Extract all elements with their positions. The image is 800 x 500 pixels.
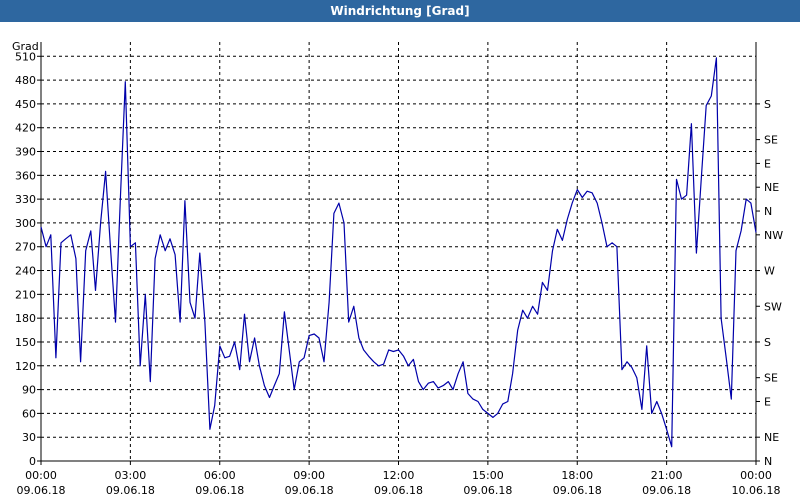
x-tick-date: 10.06.18	[732, 484, 781, 497]
y-axis-right: N NE E SE S SW W NW N NE E SE S	[756, 98, 783, 468]
x-tick-date: 09.06.18	[195, 484, 244, 497]
x-tick-time: 21:00	[651, 469, 683, 482]
compass-tick-label: N	[764, 205, 772, 218]
y-tick-label: 150	[15, 336, 36, 349]
x-tick-time: 15:00	[472, 469, 504, 482]
compass-tick-label: SE	[764, 372, 778, 385]
y-tick-label: 300	[15, 217, 36, 230]
compass-tick-label: S	[764, 336, 771, 349]
compass-tick-label: W	[764, 265, 775, 278]
compass-tick-label: E	[764, 395, 771, 408]
y-tick-label: 30	[22, 431, 36, 444]
x-tick-time: 00:00	[740, 469, 772, 482]
compass-tick-label: E	[764, 157, 771, 170]
y-tick-label: 270	[15, 241, 36, 254]
compass-tick-label: NW	[764, 229, 783, 242]
y-tick-label: 360	[15, 169, 36, 182]
y-tick-label: 90	[22, 384, 36, 397]
x-tick-date: 09.06.18	[463, 484, 512, 497]
compass-tick-label: SE	[764, 134, 778, 147]
compass-tick-label: NE	[764, 431, 779, 444]
y-tick-label: 420	[15, 122, 36, 135]
x-tick-date: 09.06.18	[106, 484, 155, 497]
y-tick-label: 0	[29, 455, 36, 468]
x-tick-date: 09.06.18	[17, 484, 66, 497]
y-axis-left: 0 30 60 90 120 150 180 210 240 270 300 330 360 390 420…	[15, 50, 41, 468]
y-tick-label: 60	[22, 407, 36, 420]
x-tick-time: 18:00	[561, 469, 593, 482]
x-tick-date: 09.06.18	[553, 484, 602, 497]
y-tick-label: 210	[15, 288, 36, 301]
y-tick-label: 390	[15, 146, 36, 159]
y-tick-label: 240	[15, 265, 36, 278]
x-tick-time: 06:00	[204, 469, 236, 482]
compass-tick-label: S	[764, 98, 771, 111]
compass-tick-label: N	[764, 455, 772, 468]
x-tick-time: 00:00	[25, 469, 57, 482]
y-tick-label: 330	[15, 193, 36, 206]
x-tick-time: 12:00	[383, 469, 415, 482]
x-axis: 00:00 09.06.18 03:00 09.06.18 06:00 09.06.18 0…	[17, 461, 781, 497]
y-tick-label: 450	[15, 98, 36, 111]
x-tick-date: 09.06.18	[374, 484, 423, 497]
x-tick-date: 09.06.18	[642, 484, 691, 497]
chart: 0 30 60 90 120 150 180 210 240 270 300 330 360 390 420…	[12, 40, 783, 497]
x-tick-time: 03:00	[115, 469, 147, 482]
window-title: Windrichtung [Grad]	[0, 0, 800, 22]
compass-tick-label: SW	[764, 300, 782, 313]
x-tick-date: 09.06.18	[285, 484, 334, 497]
compass-tick-label: NE	[764, 181, 779, 194]
x-tick-time: 09:00	[293, 469, 325, 482]
y-tick-label: 180	[15, 312, 36, 325]
y-axis-label: Grad	[12, 40, 39, 53]
y-tick-label: 120	[15, 360, 36, 373]
y-tick-label: 480	[15, 74, 36, 87]
